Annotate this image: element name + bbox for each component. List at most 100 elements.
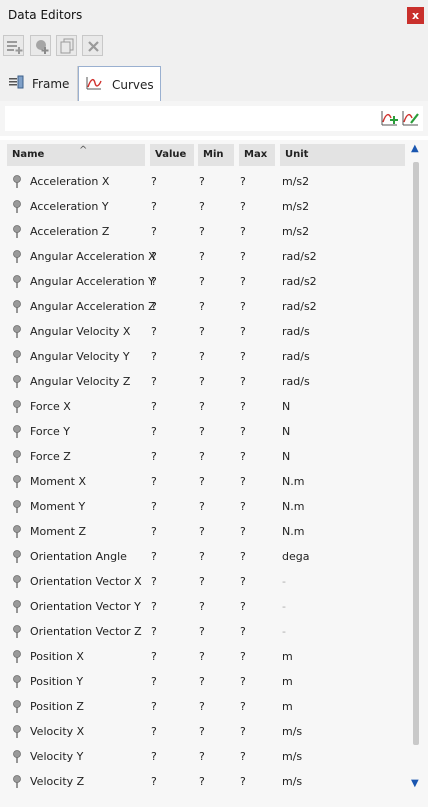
cell-max: ? [240, 250, 246, 263]
cell-max: ? [240, 200, 246, 213]
cell-name: Angular Acceleration Z [30, 300, 156, 313]
cell-name: Acceleration Z [30, 225, 110, 238]
table-row[interactable]: Force Z??? N [0, 444, 405, 469]
delete-button[interactable] [82, 35, 103, 56]
pin-icon [13, 550, 21, 563]
cell-name: Orientation Vector Z [30, 625, 142, 638]
table-row[interactable]: Orientation Angle??? dega [0, 544, 405, 569]
cell-max: ? [240, 525, 246, 538]
cell-min: ? [199, 625, 205, 638]
cell-unit: N.m [282, 500, 305, 513]
frame-icon [9, 75, 24, 89]
cell-name: Angular Velocity Z [30, 375, 131, 388]
cell-unit: - [282, 625, 286, 638]
cell-value: ? [151, 775, 157, 788]
table-row[interactable]: Angular Acceleration Z??? rad/s2 [0, 294, 405, 319]
tab-frame-label: Frame [32, 77, 70, 91]
cell-unit: N.m [282, 525, 305, 538]
cell-name: Acceleration X [30, 175, 110, 188]
table-row[interactable]: Angular Velocity Z??? rad/s [0, 369, 405, 394]
cell-unit: m/s [282, 725, 303, 738]
scroll-thumb[interactable] [413, 162, 419, 745]
curves-icon [86, 77, 102, 90]
copy-button[interactable] [56, 35, 77, 56]
table-row[interactable]: Acceleration X??? m/s2 [0, 169, 405, 194]
table-row[interactable]: Angular Acceleration X??? rad/s2 [0, 244, 405, 269]
pin-icon [13, 700, 21, 713]
cell-unit: m/s2 [282, 200, 310, 213]
table-row[interactable]: Orientation Vector Z??? - [0, 619, 405, 644]
table-row[interactable]: Moment Z??? N.m [0, 519, 405, 544]
cell-value: ? [151, 375, 157, 388]
cell-min: ? [199, 350, 205, 363]
pin-icon [13, 300, 21, 313]
tab-curves[interactable]: Curves [78, 66, 161, 102]
table-row[interactable]: Position Y??? m [0, 669, 405, 694]
table-row[interactable]: Velocity Z??? m/s [0, 769, 405, 794]
table-row[interactable]: Velocity Y??? m/s [0, 744, 405, 769]
tab-frame[interactable]: Frame [0, 66, 78, 101]
add-item-button[interactable] [3, 35, 24, 56]
column-header-name[interactable]: ^ Name [7, 144, 145, 166]
add-group-button[interactable] [30, 35, 51, 56]
cell-min: ? [199, 325, 205, 338]
cell-max: ? [240, 425, 246, 438]
column-header-unit[interactable]: Unit [280, 144, 405, 166]
cell-unit: rad/s2 [282, 300, 317, 313]
table-row[interactable]: Velocity X??? m/s [0, 719, 405, 744]
cell-value: ? [151, 550, 157, 563]
cell-value: ? [151, 300, 157, 313]
table-row[interactable]: Moment X??? N.m [0, 469, 405, 494]
cell-value: ? [151, 725, 157, 738]
cell-unit: dega [282, 550, 310, 563]
table-row[interactable]: Force Y??? N [0, 419, 405, 444]
cell-max: ? [240, 225, 246, 238]
cell-unit: m [282, 650, 293, 663]
pin-icon [13, 325, 21, 338]
cell-max: ? [240, 700, 246, 713]
add-curve-icon[interactable] [381, 110, 399, 126]
edit-curve-icon[interactable] [402, 110, 420, 126]
cell-max: ? [240, 475, 246, 488]
table-row[interactable]: Angular Velocity X??? rad/s [0, 319, 405, 344]
scroll-up-icon[interactable]: ▲ [411, 143, 419, 154]
cell-unit: - [282, 600, 286, 613]
table-row[interactable]: Position X??? m [0, 644, 405, 669]
delete-icon [88, 41, 99, 52]
cell-name: Moment X [30, 475, 87, 488]
cell-name: Velocity Y [30, 750, 84, 763]
cell-name: Position Y [30, 675, 84, 688]
cell-name: Force Z [30, 450, 71, 463]
cell-name: Angular Acceleration Y [30, 275, 155, 288]
cell-unit: N.m [282, 475, 305, 488]
cell-value: ? [151, 275, 157, 288]
scroll-down-icon[interactable]: ▼ [411, 778, 419, 789]
table-row[interactable]: Orientation Vector Y??? - [0, 594, 405, 619]
table-row[interactable]: Angular Velocity Y??? rad/s [0, 344, 405, 369]
pin-icon [13, 525, 21, 538]
cell-unit: rad/s2 [282, 250, 317, 263]
close-button[interactable]: x [407, 7, 424, 24]
cell-max: ? [240, 275, 246, 288]
column-header-max[interactable]: Max [239, 144, 275, 166]
cell-min: ? [199, 375, 205, 388]
table-row[interactable]: Orientation Vector X??? - [0, 569, 405, 594]
cell-max: ? [240, 725, 246, 738]
vertical-scrollbar[interactable]: ▲ ▼ [411, 140, 423, 807]
cell-min: ? [199, 475, 205, 488]
table-row[interactable]: Force X??? N [0, 394, 405, 419]
table-row[interactable]: Moment Y??? N.m [0, 494, 405, 519]
column-header-min[interactable]: Min [198, 144, 234, 166]
add-group-icon [36, 40, 49, 54]
table-row[interactable]: Acceleration Z??? m/s2 [0, 219, 405, 244]
table-row[interactable]: Angular Acceleration Y??? rad/s2 [0, 269, 405, 294]
pin-icon [13, 425, 21, 438]
cell-unit: m/s2 [282, 225, 310, 238]
cell-unit: m [282, 700, 293, 713]
column-header-value[interactable]: Value [150, 144, 194, 166]
cell-value: ? [151, 450, 157, 463]
cell-unit: rad/s [282, 325, 310, 338]
table-row[interactable]: Acceleration Y??? m/s2 [0, 194, 405, 219]
table-row[interactable]: Position Z??? m [0, 694, 405, 719]
pin-icon [13, 450, 21, 463]
